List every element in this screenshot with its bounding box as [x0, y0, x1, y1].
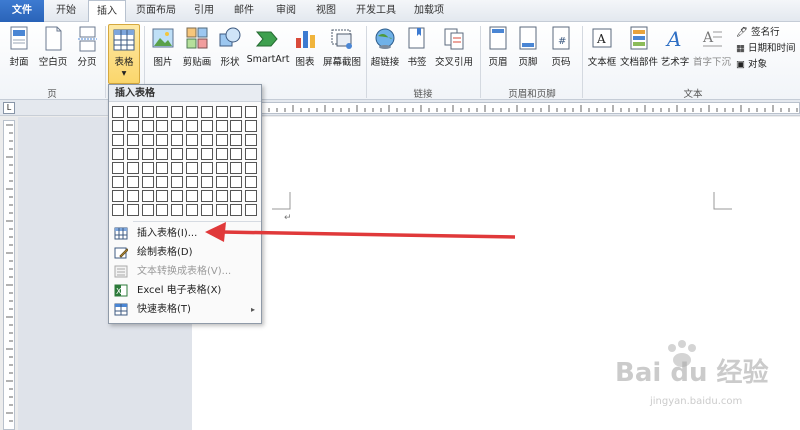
paw-logo-icon [668, 340, 696, 367]
watermark-url: jingyan.baidu.com [650, 396, 743, 407]
word-window: 文件 开始 插入 页面布局 引用 邮件 审阅 视图 开发工具 加载项 封面 空白… [0, 0, 800, 430]
arrow-head-icon [205, 222, 226, 242]
arrow-shaft [221, 230, 516, 239]
